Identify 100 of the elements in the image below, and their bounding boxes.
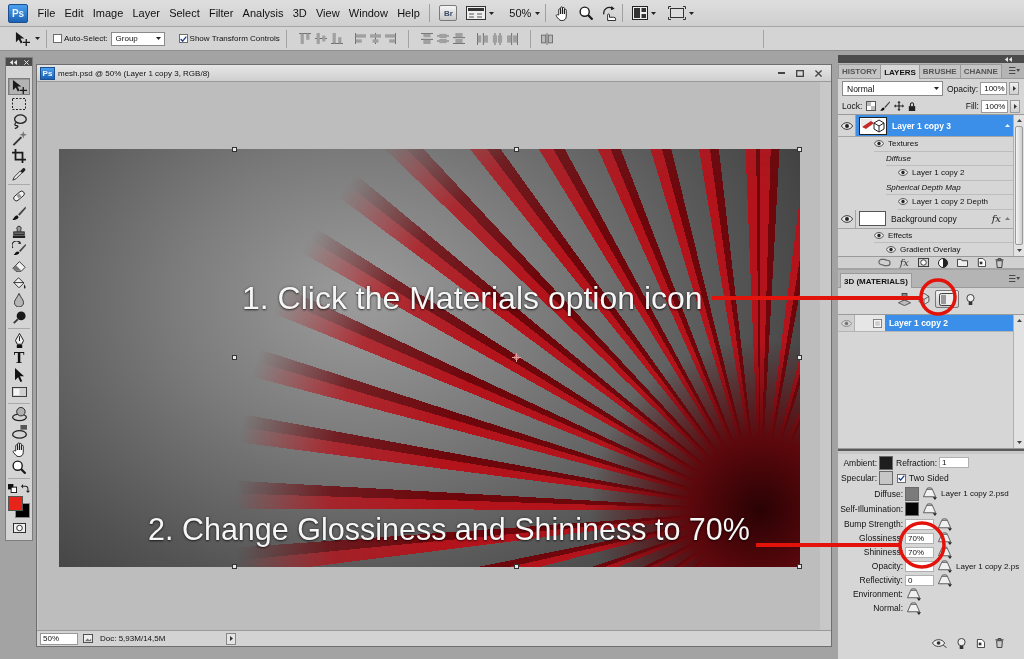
value-field[interactable]: 0 (905, 574, 934, 586)
panel-menu-icon[interactable] (1009, 275, 1020, 282)
auto-select-dropdown[interactable]: Group (110, 31, 165, 46)
checkbox[interactable] (53, 34, 62, 43)
sublayer-name[interactable]: Layer 1 copy 2 Depth (912, 197, 989, 207)
rotate-view-icon[interactable] (602, 5, 618, 21)
eye-icon[interactable] (932, 638, 947, 648)
sublayer-name[interactable]: Textures (888, 139, 919, 149)
window-layout-icon[interactable] (466, 6, 487, 20)
align-horizontal-centers-icon[interactable] (369, 33, 381, 44)
texture-menu-icon[interactable] (938, 545, 952, 559)
eye-icon[interactable] (874, 140, 884, 148)
value-field[interactable]: 1 (939, 457, 970, 469)
zoom-level-dropdown[interactable]: 50% (509, 7, 541, 19)
brush-icon[interactable] (880, 101, 891, 111)
collapse-arrows-icon[interactable] (9, 59, 17, 65)
transform-handle[interactable] (796, 354, 802, 360)
align-top-edges-icon[interactable] (298, 33, 311, 44)
texture-menu-icon[interactable] (938, 573, 952, 587)
checkbox[interactable] (897, 473, 906, 483)
texture-type-label[interactable]: Spherical Depth Map (886, 182, 961, 192)
texture-menu-icon[interactable] (907, 601, 921, 615)
menu-item[interactable]: Window (344, 5, 393, 21)
blend-mode-dropdown[interactable]: Normal (842, 81, 943, 96)
image-icon[interactable] (83, 634, 93, 643)
trash-icon[interactable] (995, 257, 1004, 268)
align-left-edges-icon[interactable] (354, 33, 366, 44)
menu-item[interactable]: Help (392, 5, 425, 21)
caret-icon[interactable] (689, 11, 695, 15)
distribute-left-edges-icon[interactable] (476, 32, 488, 45)
light-bulb-icon[interactable] (957, 637, 966, 649)
chain-link-icon[interactable] (877, 258, 891, 267)
panel-menu-icon[interactable] (1009, 67, 1020, 74)
arrange-documents-icon[interactable] (632, 6, 649, 20)
texture-menu-icon[interactable] (938, 531, 952, 545)
texture-menu-icon[interactable] (938, 559, 952, 573)
swap-arrow-icon[interactable] (21, 483, 30, 493)
sublayer-name[interactable]: Effects (888, 230, 913, 240)
caret-icon[interactable] (35, 37, 40, 40)
menu-item[interactable]: Image (88, 5, 128, 21)
mask-icon[interactable] (918, 258, 929, 267)
eye-icon[interactable] (840, 121, 853, 130)
value-field[interactable] (905, 560, 934, 572)
eye-icon[interactable] (898, 169, 908, 177)
new-page-icon[interactable] (976, 638, 985, 648)
checkerboard-icon[interactable] (866, 101, 877, 111)
zoom-field[interactable]: 50% (40, 632, 78, 645)
scroll-up-arrow-icon[interactable] (1016, 119, 1022, 122)
transform-handle[interactable] (231, 146, 237, 152)
scrollbar[interactable] (1013, 315, 1024, 448)
default-colors-icon[interactable] (8, 483, 17, 493)
texture-menu-icon[interactable] (907, 587, 921, 601)
panel-tab[interactable]: 3D (MATERIALS) (840, 273, 912, 288)
zoom-icon[interactable] (579, 6, 594, 20)
color-swatch-icon[interactable] (905, 486, 919, 501)
tool-button[interactable]: T (8, 348, 30, 367)
transform-handle[interactable] (513, 563, 519, 569)
layer-effects-button[interactable]: fx (899, 257, 909, 268)
transform-handle[interactable] (513, 146, 519, 152)
panel-tab[interactable]: CHANNE (959, 64, 1002, 78)
bridge-button[interactable]: Br (439, 5, 458, 21)
value-field[interactable]: 70% (905, 546, 934, 558)
collapse-triangle-icon[interactable] (1005, 124, 1010, 127)
layer-row[interactable]: Background copy fx (856, 209, 1013, 228)
texture-menu-icon[interactable] (938, 517, 952, 531)
value-field[interactable]: 70% (905, 532, 934, 544)
screen-mode-icon[interactable] (668, 6, 687, 20)
sublayer-name[interactable]: Gradient Overlay (900, 245, 961, 255)
half-circle-icon[interactable] (938, 257, 948, 268)
menu-item[interactable]: Select (164, 5, 205, 21)
caret-icon[interactable] (651, 11, 657, 15)
eye-icon[interactable] (886, 246, 896, 254)
eye-icon[interactable] (898, 198, 908, 206)
auto-align-layers-icon[interactable] (540, 32, 553, 45)
opacity-slider-button[interactable] (1009, 82, 1020, 95)
distribute-top-edges-icon[interactable] (420, 33, 433, 44)
panel-tab[interactable]: LAYERS (880, 64, 920, 79)
color-swatches-icon[interactable] (8, 495, 30, 518)
align-bottom-edges-icon[interactable] (330, 33, 343, 44)
eye-icon[interactable] (874, 231, 884, 239)
quick-mask-icon[interactable] (12, 522, 26, 533)
collapse-arrows-icon[interactable] (1004, 56, 1012, 62)
scroll-down-arrow-icon[interactable] (1016, 441, 1022, 444)
folder-icon[interactable] (957, 258, 968, 267)
panel-tab[interactable]: HISTORY (838, 64, 882, 78)
transform-handle[interactable] (796, 563, 802, 569)
close-icon[interactable] (815, 69, 822, 77)
menu-item[interactable]: Edit (59, 5, 89, 21)
opacity-field[interactable]: 100% (980, 82, 1008, 95)
panel-tab[interactable]: BRUSHE (918, 64, 961, 78)
texture-menu-icon[interactable] (923, 502, 937, 516)
menu-item[interactable]: Filter (204, 5, 238, 21)
status-menu-button[interactable] (226, 632, 236, 645)
fill-slider-button[interactable] (1010, 99, 1020, 113)
distribute-right-edges-icon[interactable] (506, 32, 518, 45)
transform-handle[interactable] (231, 354, 237, 360)
texture-type-label[interactable]: Diffuse (886, 153, 911, 163)
move-arrows-icon[interactable] (894, 101, 905, 111)
scroll-down-arrow-icon[interactable] (1016, 249, 1022, 252)
menu-item[interactable]: Layer (127, 5, 165, 21)
